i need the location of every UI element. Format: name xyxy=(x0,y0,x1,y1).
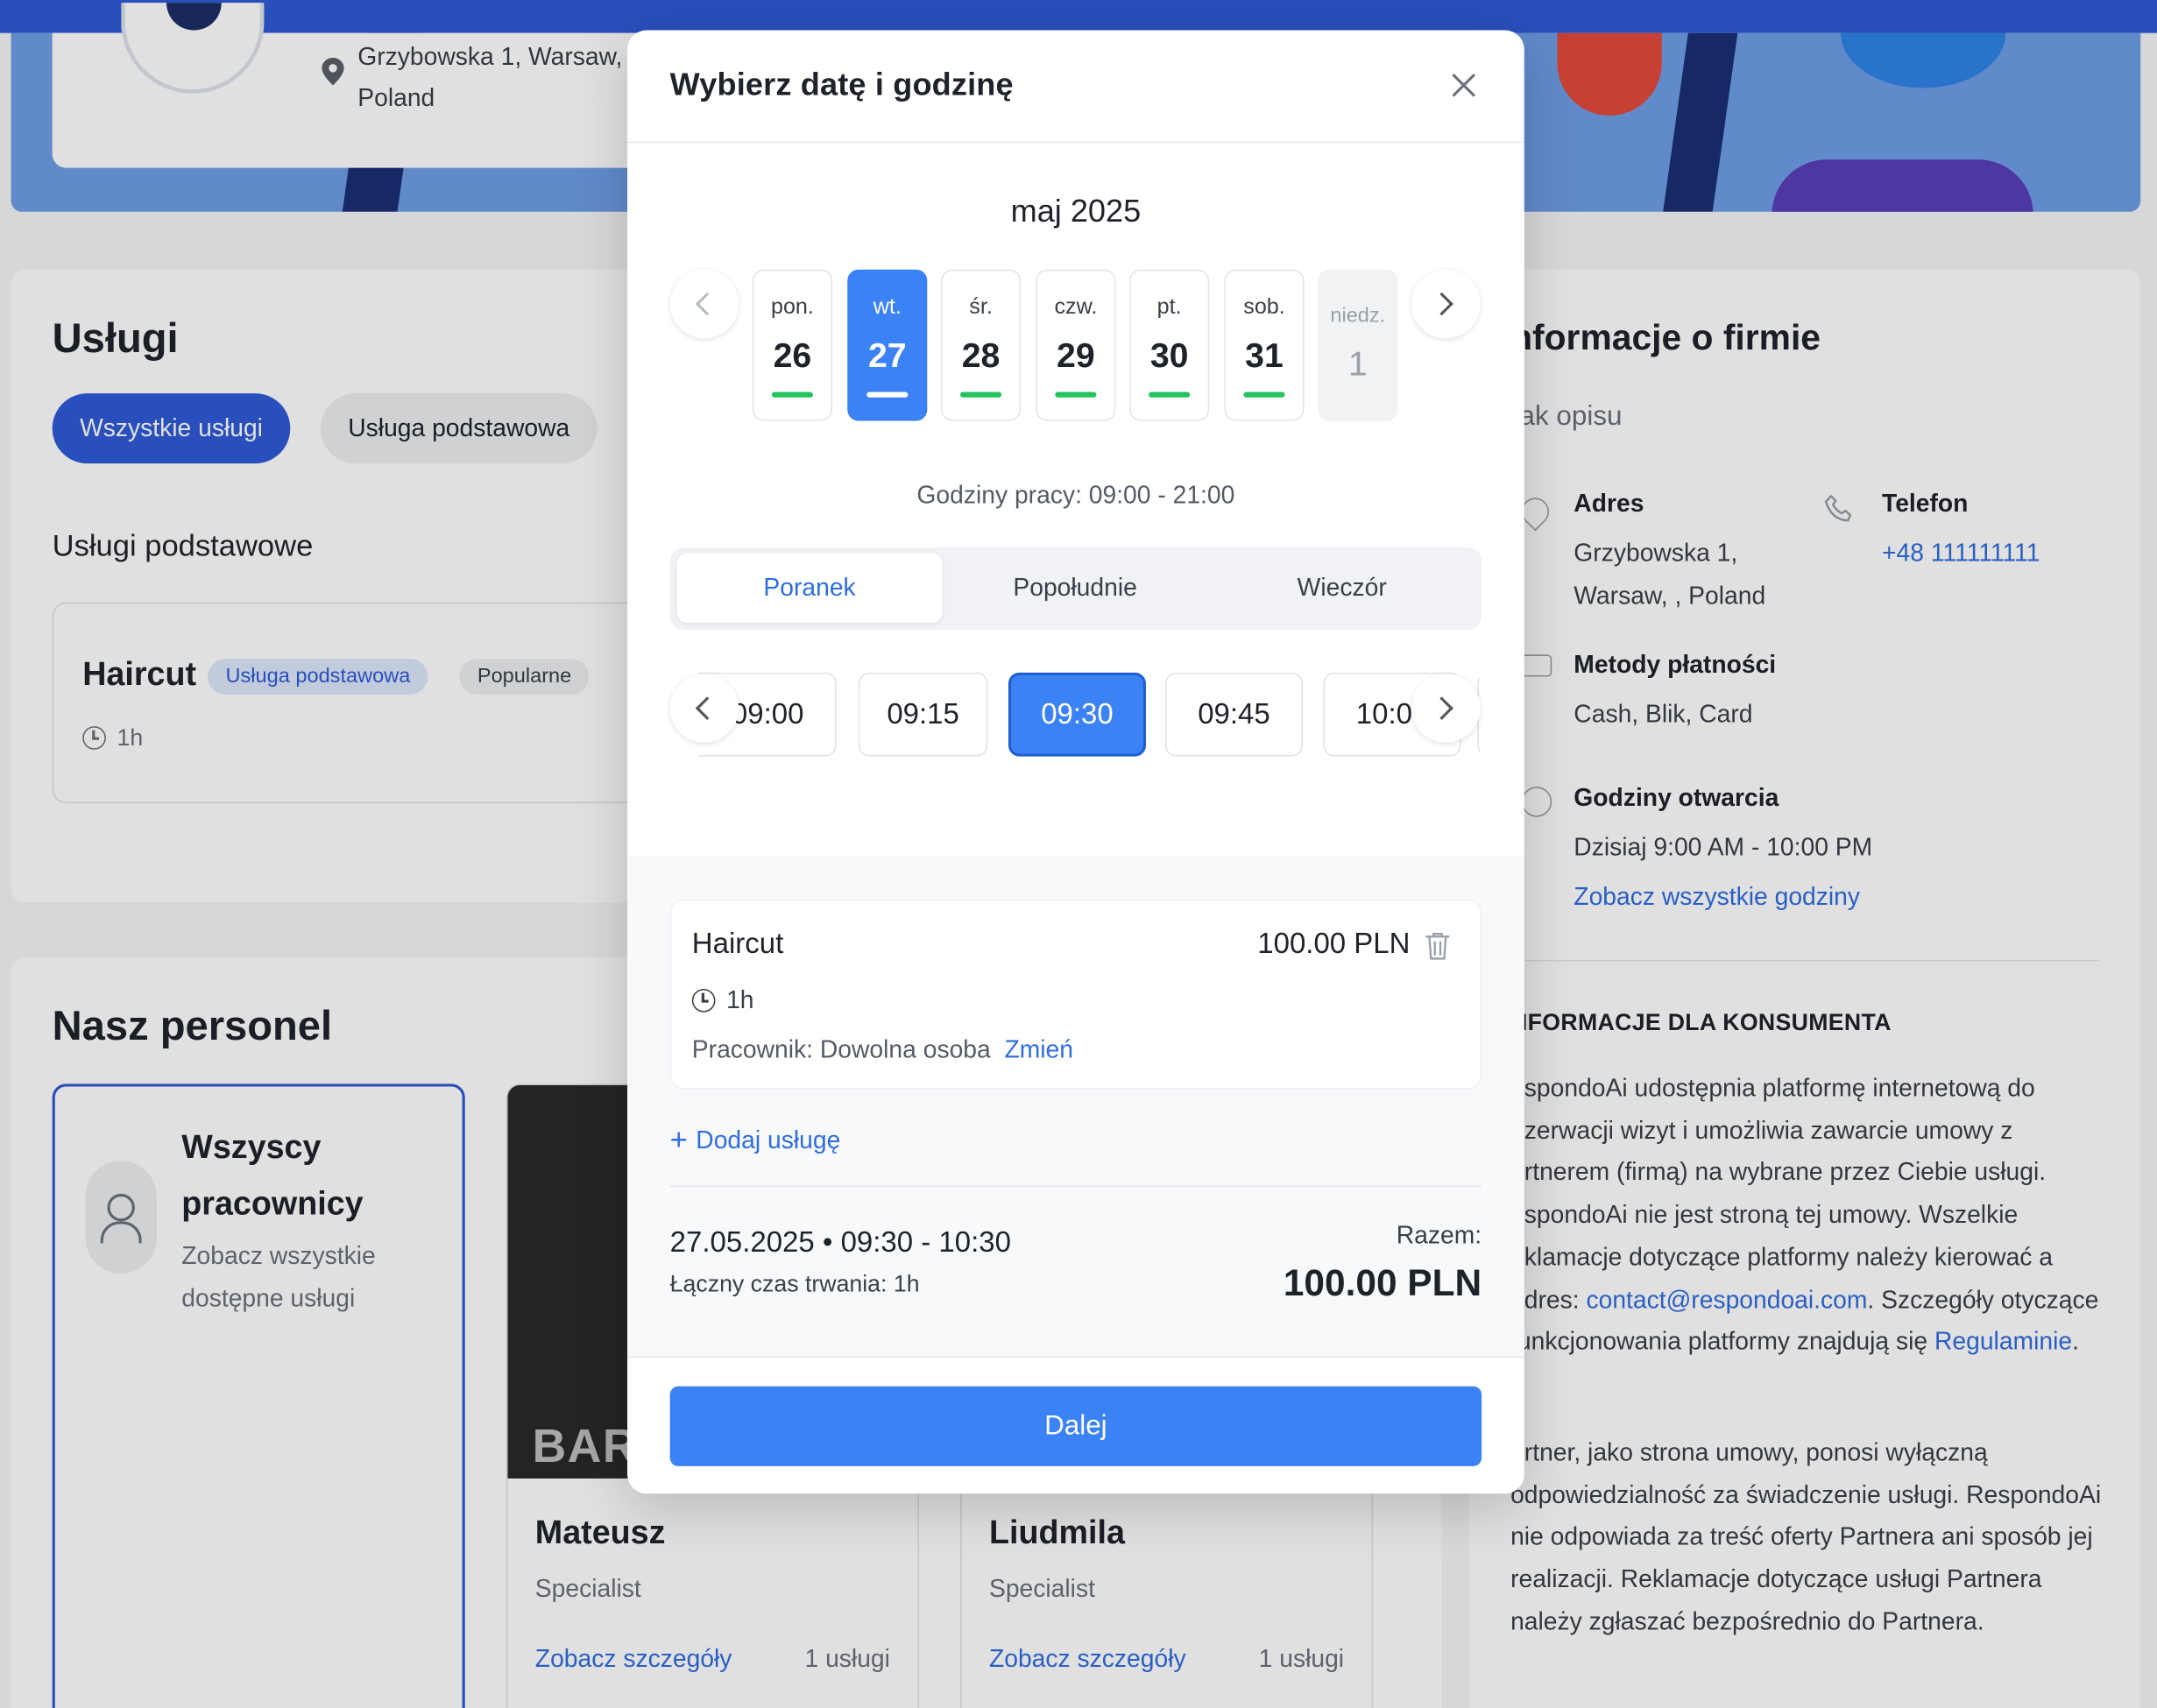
close-icon[interactable] xyxy=(1445,66,1483,104)
divider xyxy=(627,1356,1524,1358)
availability-bar xyxy=(1055,392,1097,398)
day-cell[interactable]: czw. 29 xyxy=(1036,269,1116,421)
selected-service-duration: 1h xyxy=(691,985,754,1015)
time-slot[interactable]: 09:15 xyxy=(858,672,988,757)
day-number: 30 xyxy=(1149,336,1189,376)
day-number: 28 xyxy=(961,336,1001,376)
day-name: wt. xyxy=(873,295,902,320)
day-cell[interactable]: pon. 26 xyxy=(752,269,832,421)
modal-title: Wybierz datę i godzinę xyxy=(669,66,1014,102)
next-button[interactable]: Dalej xyxy=(669,1386,1482,1466)
day-cell: niedz. 1 xyxy=(1318,269,1398,421)
availability-bar xyxy=(1243,392,1285,398)
day-cell[interactable]: pt. 30 xyxy=(1129,269,1210,421)
booking-datetime: 27.05.2025 • 09:30 - 10:30 xyxy=(669,1226,1011,1259)
clock-icon xyxy=(691,988,716,1013)
period-tabs: Poranek Popołudnie Wieczór xyxy=(669,547,1482,631)
availability-bar xyxy=(1149,392,1191,398)
day-number: 31 xyxy=(1245,336,1284,376)
selected-service-card: Haircut 100.00 PLN 1h Pracownik: Dowolna… xyxy=(669,899,1482,1090)
date-time-modal: Wybierz datę i godzinę maj 2025 pon. 26 w… xyxy=(627,30,1524,1494)
worker-row: Pracownik: Dowolna osoba Zmień xyxy=(692,1035,1073,1064)
time-slot[interactable]: 09:30 xyxy=(1008,672,1146,757)
day-cell[interactable]: śr. 28 xyxy=(941,269,1022,421)
next-slots-button[interactable] xyxy=(1411,674,1481,743)
availability-bar xyxy=(771,392,813,398)
divider xyxy=(669,1185,1482,1188)
tab-morning[interactable]: Poranek xyxy=(676,553,943,624)
prev-week-button[interactable] xyxy=(669,269,739,339)
worker-label: Pracownik: Dowolna osoba xyxy=(691,1035,991,1063)
total-amount: 100.00 PLN xyxy=(1283,1262,1482,1304)
day-name: sob. xyxy=(1243,295,1285,320)
duration-text: 1h xyxy=(726,985,754,1014)
change-worker-link[interactable]: Zmień xyxy=(1004,1035,1073,1062)
day-cell[interactable]: sob. 31 xyxy=(1224,269,1305,421)
day-name: pt. xyxy=(1156,295,1182,320)
day-name: śr. xyxy=(969,295,993,320)
day-name: pon. xyxy=(770,295,814,320)
plus-icon: + xyxy=(669,1122,688,1157)
divider xyxy=(627,141,1524,144)
booking-summary: Haircut 100.00 PLN 1h Pracownik: Dowolna… xyxy=(627,855,1524,1357)
next-week-button[interactable] xyxy=(1411,269,1481,339)
availability-bar xyxy=(959,392,1002,398)
day-name: niedz. xyxy=(1330,304,1386,328)
trash-icon[interactable] xyxy=(1425,931,1450,962)
add-service-button[interactable]: + Dodaj usługę xyxy=(670,1122,841,1158)
selected-service-name: Haircut xyxy=(691,928,784,960)
day-cell[interactable]: wt. 27 xyxy=(847,269,928,421)
day-name: czw. xyxy=(1054,295,1098,320)
total-duration: Łączny czas trwania: 1h xyxy=(669,1270,920,1297)
day-number: 1 xyxy=(1347,345,1368,385)
time-slots: 09:00 09:15 09:30 09:45 10:00 xyxy=(698,671,1481,759)
time-slot[interactable]: 09:45 xyxy=(1164,672,1303,757)
tab-evening[interactable]: Wieczór xyxy=(1209,553,1475,623)
total-label: Razem: xyxy=(1396,1221,1482,1249)
tab-afternoon[interactable]: Popołudnie xyxy=(943,553,1208,623)
selected-service-price: 100.00 PLN xyxy=(1257,928,1411,960)
add-service-label: Dodaj usługę xyxy=(696,1126,841,1154)
day-number: 29 xyxy=(1057,336,1095,376)
availability-bar xyxy=(866,392,909,398)
month-label: maj 2025 xyxy=(1010,192,1142,229)
working-hours: Godziny pracy: 09:00 - 21:00 xyxy=(916,481,1235,509)
day-number: 27 xyxy=(867,336,907,376)
prev-slots-button[interactable] xyxy=(669,674,739,743)
day-number: 26 xyxy=(773,336,812,376)
